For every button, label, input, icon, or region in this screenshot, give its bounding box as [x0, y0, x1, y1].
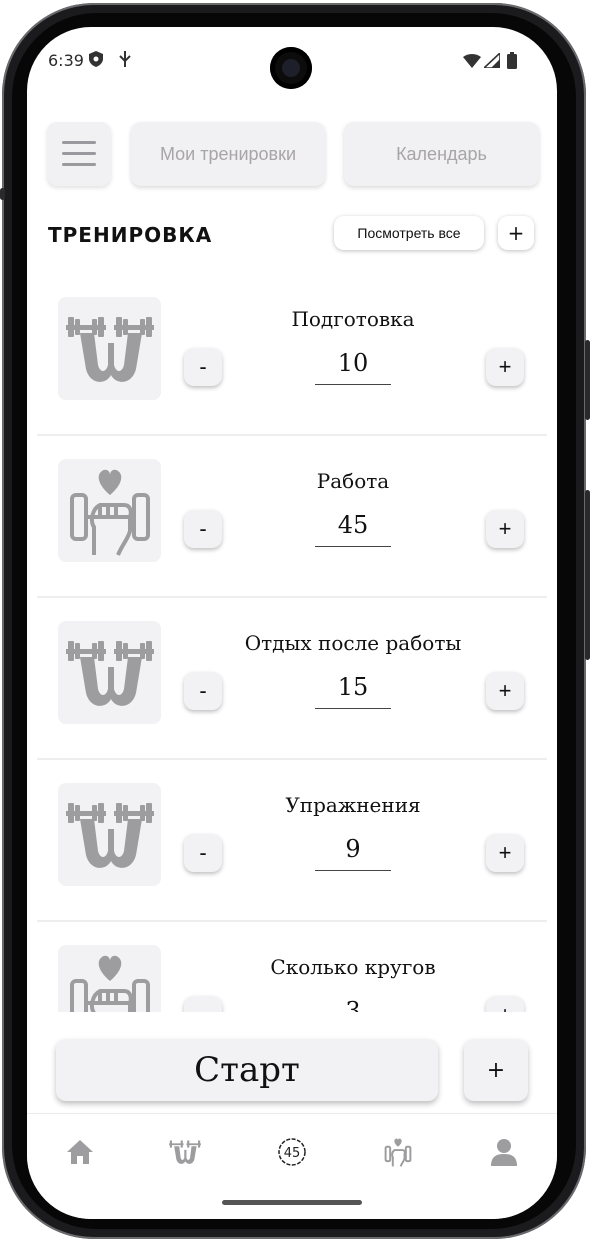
status-time: 6:39 — [48, 51, 84, 70]
setting-value-field[interactable]: 3 — [315, 992, 391, 1012]
setting-value-field[interactable]: 9 — [315, 830, 391, 871]
list-item: Подготовка - 10 + — [37, 272, 547, 436]
increment-button[interactable]: + — [486, 510, 524, 548]
start-action-bar: Старт + — [27, 1012, 557, 1112]
shield-icon — [89, 51, 103, 71]
add-button[interactable]: + — [464, 1039, 528, 1101]
setting-value-field[interactable]: 10 — [315, 344, 391, 385]
setting-value-field[interactable]: 45 — [315, 506, 391, 547]
nav-timer[interactable]: 45 — [267, 1132, 317, 1172]
battery-icon — [507, 52, 517, 73]
list-item: Сколько кругов - 3 + — [37, 920, 547, 1012]
view-all-button[interactable]: Посмотреть все — [334, 216, 484, 250]
hamburger-icon — [62, 141, 96, 167]
profile-icon — [491, 1139, 517, 1166]
home-indicator[interactable] — [222, 1200, 362, 1205]
front-camera — [270, 47, 312, 89]
dumbbell-w-icon — [169, 1140, 201, 1164]
nav-home[interactable] — [55, 1132, 105, 1172]
timer-45-icon: 45 — [278, 1138, 306, 1166]
workout-settings-list[interactable]: Подготовка - 10 + Работа - 45 + Отдых по… — [27, 272, 557, 1012]
dumbbell-w-icon — [58, 297, 161, 400]
volume-up-button — [585, 340, 590, 420]
setting-label: Отдых после работы — [244, 631, 462, 655]
nav-workouts[interactable] — [160, 1132, 210, 1172]
setting-label: Работа — [316, 469, 390, 493]
setting-label: Упражнения — [285, 793, 421, 817]
decrement-button[interactable]: - — [184, 348, 222, 386]
page-title: ТРЕНИРОВКА — [48, 223, 213, 247]
increment-button[interactable]: + — [486, 834, 524, 872]
setting-label: Подготовка — [291, 307, 415, 331]
signal-icon — [481, 51, 501, 72]
decrement-button[interactable]: - — [184, 996, 222, 1012]
nav-profile[interactable] — [479, 1132, 529, 1172]
start-button[interactable]: Старт — [56, 1039, 438, 1101]
decrement-button[interactable]: - — [184, 510, 222, 548]
wifi-icon — [463, 53, 481, 72]
heart-fist-dumbbell-icon — [58, 459, 161, 562]
decrement-button[interactable]: - — [184, 672, 222, 710]
increment-button[interactable]: + — [486, 672, 524, 710]
list-item: Упражнения - 9 + — [37, 758, 547, 922]
menu-button[interactable] — [47, 122, 111, 186]
dumbbell-w-icon — [58, 621, 161, 724]
setting-value-field[interactable]: 15 — [315, 668, 391, 709]
timer-value: 45 — [284, 1146, 301, 1161]
top-navigation: Мои тренировки Календарь — [47, 122, 539, 186]
location-arrow-icon — [119, 51, 131, 71]
home-icon — [67, 1140, 93, 1164]
volume-down-button — [585, 490, 590, 660]
add-workout-button[interactable]: + — [498, 216, 534, 250]
list-item: Работа - 45 + — [37, 434, 547, 598]
decrement-button[interactable]: - — [184, 834, 222, 872]
nav-favorites[interactable] — [373, 1132, 423, 1172]
increment-button[interactable]: + — [486, 348, 524, 386]
tab-my-workouts[interactable]: Мои тренировки — [131, 122, 325, 186]
heart-fist-dumbbell-icon — [384, 1138, 412, 1167]
setting-label: Сколько кругов — [270, 955, 436, 979]
status-bar: 6:39 — [27, 27, 557, 97]
heart-fist-dumbbell-icon — [58, 945, 161, 1012]
screen: 6:39 Мои тренировки Календарь ТРЕНИРОВКА… — [27, 27, 557, 1219]
increment-button[interactable]: + — [486, 996, 524, 1012]
side-notch — [0, 188, 5, 200]
tab-calendar[interactable]: Календарь — [344, 122, 539, 186]
dumbbell-w-icon — [58, 783, 161, 886]
list-item: Отдых после работы - 15 + — [37, 596, 547, 760]
